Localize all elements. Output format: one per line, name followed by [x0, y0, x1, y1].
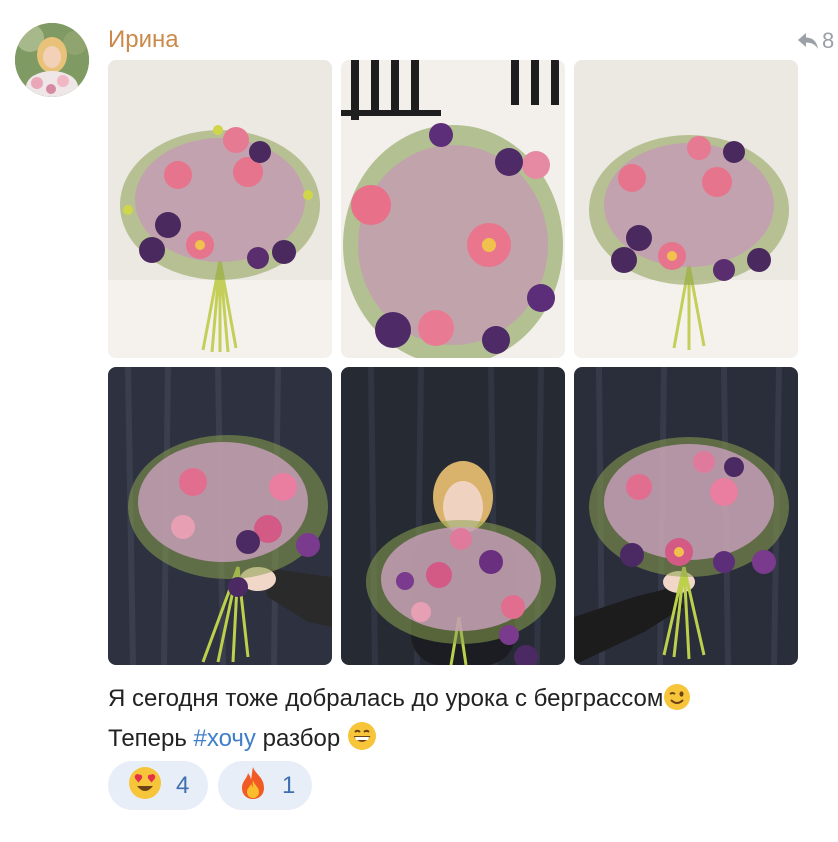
hashtag-link[interactable]: #хочу	[194, 725, 256, 752]
photo-bouquet-on-table[interactable]	[108, 60, 332, 358]
avatar[interactable]	[15, 23, 89, 97]
avatar-image	[15, 23, 89, 97]
message-line-2: Теперь #хочу разбор	[108, 721, 808, 761]
heart-eyes-icon	[128, 766, 162, 805]
photo-bouquet-top-view[interactable]	[341, 60, 565, 358]
message-line-1: Я сегодня тоже добралась до урока с берг…	[108, 682, 808, 721]
grin-emoji-icon	[347, 721, 377, 761]
message-line-2-start: Теперь	[108, 725, 194, 752]
message-line-1-text: Я сегодня тоже добралась до урока с берг…	[108, 685, 664, 712]
reply-count: 8	[822, 28, 835, 53]
photo-bouquet-in-hand-2[interactable]	[574, 367, 798, 665]
author-name[interactable]: Ирина	[108, 26, 179, 54]
fire-icon	[238, 766, 268, 805]
photo-woman-with-bouquet[interactable]	[341, 367, 565, 665]
reaction-count: 1	[282, 771, 296, 799]
reaction-count: 4	[176, 771, 190, 799]
message-text: Я сегодня тоже добралась до урока с берг…	[108, 682, 808, 761]
reaction-fire[interactable]: 1	[218, 761, 312, 810]
photo-bouquet-on-table-2[interactable]	[574, 60, 798, 358]
reply-indicator[interactable]: 8	[797, 28, 834, 54]
reply-icon	[798, 33, 818, 49]
wink-emoji-icon	[663, 683, 691, 721]
reaction-heart-eyes[interactable]: 4	[108, 761, 208, 810]
photo-bouquet-in-hand[interactable]	[108, 367, 332, 665]
message-line-2-end: разбор	[255, 725, 341, 752]
